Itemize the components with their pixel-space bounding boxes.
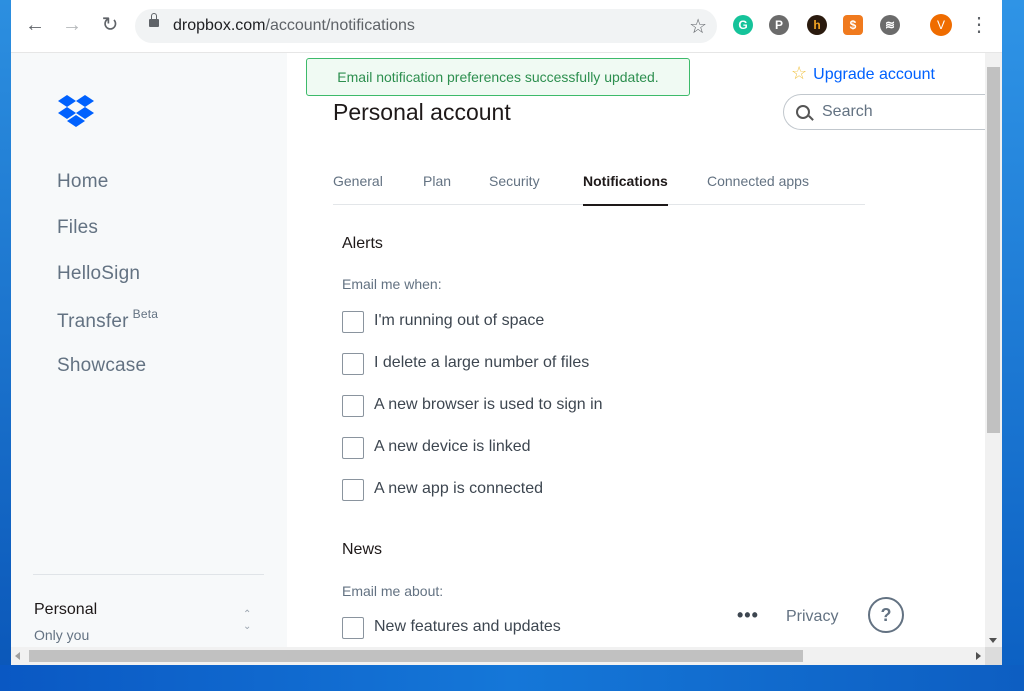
news-heading: News	[342, 541, 383, 558]
page-title: Personal account	[333, 99, 511, 125]
upgrade-account-link[interactable]: ☆ Upgrade account	[791, 63, 935, 84]
main-content: Email notification preferences successfu…	[287, 53, 985, 647]
dropbox-logo[interactable]	[57, 95, 95, 129]
option-label: I'm running out of space	[374, 312, 545, 329]
scroll-left-icon[interactable]	[15, 652, 20, 660]
option-label: A new browser is used to sign in	[374, 396, 603, 413]
desktop-background-left	[0, 0, 11, 691]
browser-toolbar: ← → ↻ dropbox.com/account/notifications …	[11, 0, 1002, 53]
profile-avatar[interactable]: V	[930, 14, 952, 36]
dropbox-page: Home Files HelloSign Transfer Beta Showca…	[11, 53, 985, 647]
account-switcher-sub: Only you	[34, 627, 90, 643]
grammarly-icon[interactable]: G	[733, 15, 753, 35]
news-subheading: Email me about:	[342, 583, 444, 599]
checkbox[interactable]	[342, 479, 364, 501]
horizontal-scrollbar[interactable]	[11, 647, 985, 665]
search-box[interactable]	[783, 94, 985, 130]
pinterest-icon[interactable]: P	[769, 15, 789, 35]
sidebar-divider	[33, 574, 264, 575]
tab-connected-apps[interactable]: Connected apps	[707, 173, 809, 204]
url-path: /account/notifications	[265, 17, 415, 34]
back-icon[interactable]: ←	[20, 10, 50, 40]
sidebar-item-transfer[interactable]: Transfer Beta	[57, 307, 158, 333]
alerts-heading: Alerts	[342, 235, 383, 252]
checkbox[interactable]	[342, 395, 364, 417]
sidebar-item-files[interactable]: Files	[57, 217, 98, 239]
upgrade-label: Upgrade account	[813, 66, 935, 83]
scroll-right-icon[interactable]	[976, 652, 981, 660]
tab-general[interactable]: General	[333, 173, 383, 204]
vertical-scrollbar[interactable]	[985, 53, 1002, 647]
account-tabs: General Plan Security Notifications Conn…	[333, 171, 865, 206]
sidebar-item-showcase[interactable]: Showcase	[57, 355, 146, 377]
more-options-icon[interactable]: •••	[737, 605, 759, 626]
option-label: I delete a large number of files	[374, 354, 590, 371]
bookmark-star-icon[interactable]: ☆	[689, 14, 707, 39]
search-input[interactable]	[820, 102, 984, 122]
lock-icon	[149, 13, 159, 27]
tab-plan[interactable]: Plan	[423, 173, 451, 204]
privacy-link[interactable]: Privacy	[786, 608, 838, 626]
tab-security[interactable]: Security	[489, 173, 540, 204]
account-switcher-name[interactable]: Personal	[34, 601, 97, 619]
checkbox[interactable]	[342, 311, 364, 333]
sidebar: Home Files HelloSign Transfer Beta Showca…	[11, 53, 287, 647]
star-icon: ☆	[791, 63, 808, 83]
spotify-icon[interactable]: ≋	[880, 15, 900, 35]
price-tag-icon[interactable]: $	[843, 15, 863, 35]
help-icon[interactable]: ?	[868, 597, 904, 633]
beta-badge: Beta	[132, 307, 159, 321]
desktop-background-right	[1002, 0, 1024, 691]
checkbox[interactable]	[342, 437, 364, 459]
desktop-background-bottom	[0, 665, 1024, 691]
sidebar-item-hellosign[interactable]: HelloSign	[57, 263, 140, 285]
scroll-down-icon[interactable]	[989, 638, 997, 643]
option-label: A new device is linked	[374, 438, 531, 455]
scrollbar-corner	[985, 647, 1002, 665]
sidebar-item-label: Transfer	[57, 311, 129, 332]
checkbox[interactable]	[342, 353, 364, 375]
reload-icon[interactable]: ↻	[95, 10, 125, 40]
success-toast: Email notification preferences successfu…	[306, 58, 690, 96]
url-text[interactable]: dropbox.com/account/notifications	[173, 17, 415, 35]
alerts-subheading: Email me when:	[342, 276, 442, 292]
forward-icon[interactable]: →	[57, 10, 87, 40]
option-label: New features and updates	[374, 618, 561, 635]
url-host: dropbox.com	[173, 17, 266, 34]
search-icon	[796, 105, 810, 119]
option-label: A new app is connected	[374, 480, 544, 497]
tab-notifications[interactable]: Notifications	[583, 173, 668, 206]
horizontal-scroll-thumb[interactable]	[29, 650, 803, 662]
vertical-scroll-thumb[interactable]	[987, 67, 1000, 433]
checkbox[interactable]	[342, 617, 364, 639]
browser-menu-icon[interactable]: ⋮	[969, 12, 989, 38]
browser-window: ← → ↻ dropbox.com/account/notifications …	[11, 0, 1002, 665]
address-bar[interactable]: dropbox.com/account/notifications ☆	[135, 9, 717, 43]
sidebar-item-home[interactable]: Home	[57, 171, 108, 193]
chevron-updown-icon[interactable]: ⌃ ⌄	[243, 609, 251, 633]
honey-icon[interactable]: h	[807, 15, 827, 35]
